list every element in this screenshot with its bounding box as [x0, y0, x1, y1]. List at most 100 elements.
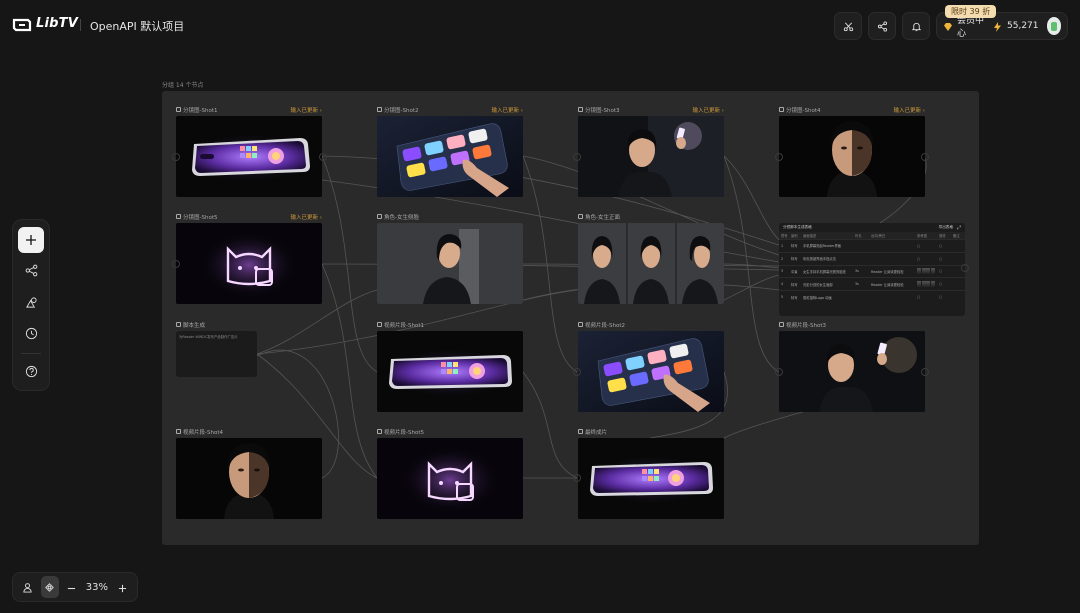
sound-cell[interactable]: ▢	[937, 295, 951, 299]
add-sound-icon[interactable]: ▢	[939, 244, 942, 248]
node-thumbnail	[578, 223, 724, 304]
reference-thumbnail[interactable]	[917, 268, 921, 275]
add-sound-icon[interactable]: ▢	[939, 295, 942, 299]
node-title: 最终成片	[585, 429, 608, 436]
reference-images-cell[interactable]: ▢	[915, 257, 937, 261]
output-port[interactable]	[921, 153, 929, 161]
assets-button[interactable]	[18, 290, 44, 316]
video-icon	[176, 429, 181, 434]
reference-images-cell[interactable]: ▢	[915, 244, 937, 248]
zoom-out-button[interactable]	[63, 576, 81, 598]
node-title: 脚本生成	[183, 322, 206, 329]
node-header: 角色-女生正面	[578, 212, 724, 221]
reference-thumbnail[interactable]	[926, 281, 930, 288]
reference-thumbnail[interactable]	[926, 268, 930, 275]
reference-thumbnail[interactable]	[930, 268, 935, 275]
clock-icon	[25, 325, 38, 344]
table-cell: 4	[781, 282, 784, 287]
table-cell: 2	[781, 256, 784, 261]
table-node-header: 分镜脚本生成表格 导出表格 ⤢	[779, 223, 965, 232]
plus-icon	[118, 578, 127, 597]
project-title[interactable]: OpenAPI 默认项目	[90, 18, 184, 34]
node-graph-icon	[25, 262, 38, 281]
node-thumbnail	[377, 438, 523, 519]
table-cell: 3s	[855, 269, 859, 274]
face-split-image	[176, 438, 322, 519]
node-header: 视频片段-Shot5	[377, 427, 523, 436]
table-row[interactable]: 2 特写 彩色按键界面手指点击 ▢ ▢	[779, 251, 965, 265]
output-port[interactable]	[961, 264, 969, 272]
add-image-icon[interactable]: ▢	[917, 257, 920, 261]
add-sound-icon[interactable]: ▢	[939, 269, 942, 273]
reference-images-cell[interactable]	[915, 281, 937, 288]
reference-thumbnail[interactable]	[921, 268, 926, 275]
avatar[interactable]	[1046, 17, 1061, 35]
sound-cell[interactable]: ▢	[937, 257, 951, 261]
node-title: 视频片段-Shot1	[384, 322, 424, 329]
reference-images-cell[interactable]	[915, 268, 937, 275]
storyboard-table-node[interactable]: 分镜脚本生成表格 导出表格 ⤢ 镜号 景别 画面描述 时长 台词/旁白 参考图 …	[779, 223, 965, 316]
status-label[interactable]: 输入已更新 ›	[291, 213, 322, 221]
help-button[interactable]	[18, 359, 44, 385]
script-content[interactable]: 为Reader WWDC发布产品制作广告片	[176, 331, 257, 377]
input-port[interactable]	[775, 368, 783, 376]
status-label[interactable]: 输入已更新 ›	[291, 106, 322, 114]
add-sound-icon[interactable]: ▢	[939, 282, 942, 286]
input-port[interactable]	[573, 153, 581, 161]
input-port[interactable]	[573, 368, 581, 376]
sound-cell[interactable]: ▢	[937, 282, 951, 286]
node-thumbnail	[377, 331, 523, 412]
table-row[interactable]: 3 中景 女生手持手机屏幕光照亮脸庞 3s Reader 让阅读更轻松 ▢	[779, 264, 965, 278]
input-port[interactable]	[172, 153, 180, 161]
status-label[interactable]: 输入已更新 ›	[693, 106, 724, 114]
document-icon	[176, 322, 181, 327]
column-header: 备注	[953, 234, 960, 238]
promo-badge[interactable]: 限时 39 折	[945, 5, 997, 18]
node-title: 分镜图-Shot1	[183, 107, 218, 114]
table-cell: 彩色按键界面手指点击	[803, 257, 836, 262]
status-label[interactable]: 输入已更新 ›	[894, 106, 925, 114]
add-image-icon[interactable]: ▢	[917, 244, 920, 248]
woman-phone-image	[779, 331, 925, 412]
input-port[interactable]	[172, 260, 180, 268]
zoom-in-button[interactable]	[113, 576, 131, 598]
add-sound-icon[interactable]: ▢	[939, 257, 942, 261]
table-cell: 中景	[791, 269, 798, 274]
reference-thumbnail[interactable]	[917, 281, 921, 288]
sound-cell[interactable]: ▢	[937, 269, 951, 273]
reference-thumbnail[interactable]	[930, 281, 935, 288]
column-header: 时长	[855, 234, 862, 238]
snap-button[interactable]	[40, 576, 59, 598]
magnet-icon	[44, 578, 55, 597]
share-button[interactable]	[868, 12, 896, 40]
notification-button[interactable]	[902, 12, 930, 40]
expand-icon[interactable]: ⤢	[957, 225, 961, 231]
input-port[interactable]	[573, 474, 581, 482]
history-button[interactable]	[18, 321, 44, 347]
sound-cell[interactable]: ▢	[937, 244, 951, 248]
reference-thumbnail[interactable]	[921, 281, 926, 288]
face-split-image	[779, 116, 925, 197]
table-row[interactable]: 5 特写 霓虹猫咪Logo 动画 ▢ ▢	[779, 290, 965, 303]
status-label[interactable]: 输入已更新 ›	[492, 106, 523, 114]
user-mode-button[interactable]	[19, 576, 37, 598]
add-image-icon[interactable]: ▢	[917, 295, 920, 299]
input-port[interactable]	[775, 153, 783, 161]
table-row[interactable]: 1 特写 手机屏幕亮起Reader界面 ▢ ▢	[779, 239, 965, 252]
bell-icon	[911, 17, 922, 36]
tools-button[interactable]	[834, 12, 862, 40]
workflow-button[interactable]	[18, 258, 44, 284]
output-port[interactable]	[921, 368, 929, 376]
table-cell: 光影分割的女生面部	[803, 282, 833, 287]
output-port[interactable]	[319, 153, 327, 161]
add-node-button[interactable]	[18, 227, 44, 253]
woman-profile-image	[377, 223, 523, 304]
reference-images-cell[interactable]: ▢	[915, 295, 937, 299]
neon-cat-image	[176, 223, 322, 304]
node-thumbnail	[779, 331, 925, 412]
video-icon	[578, 322, 583, 327]
woman-three-views-image	[578, 223, 724, 304]
table-row[interactable]: 4 特写 光影分割的女生面部 3s Reader 让阅读更轻松 ▢	[779, 277, 965, 290]
brand-logo[interactable]: LibTV	[12, 16, 78, 31]
export-table-button[interactable]: 导出表格	[939, 225, 953, 230]
